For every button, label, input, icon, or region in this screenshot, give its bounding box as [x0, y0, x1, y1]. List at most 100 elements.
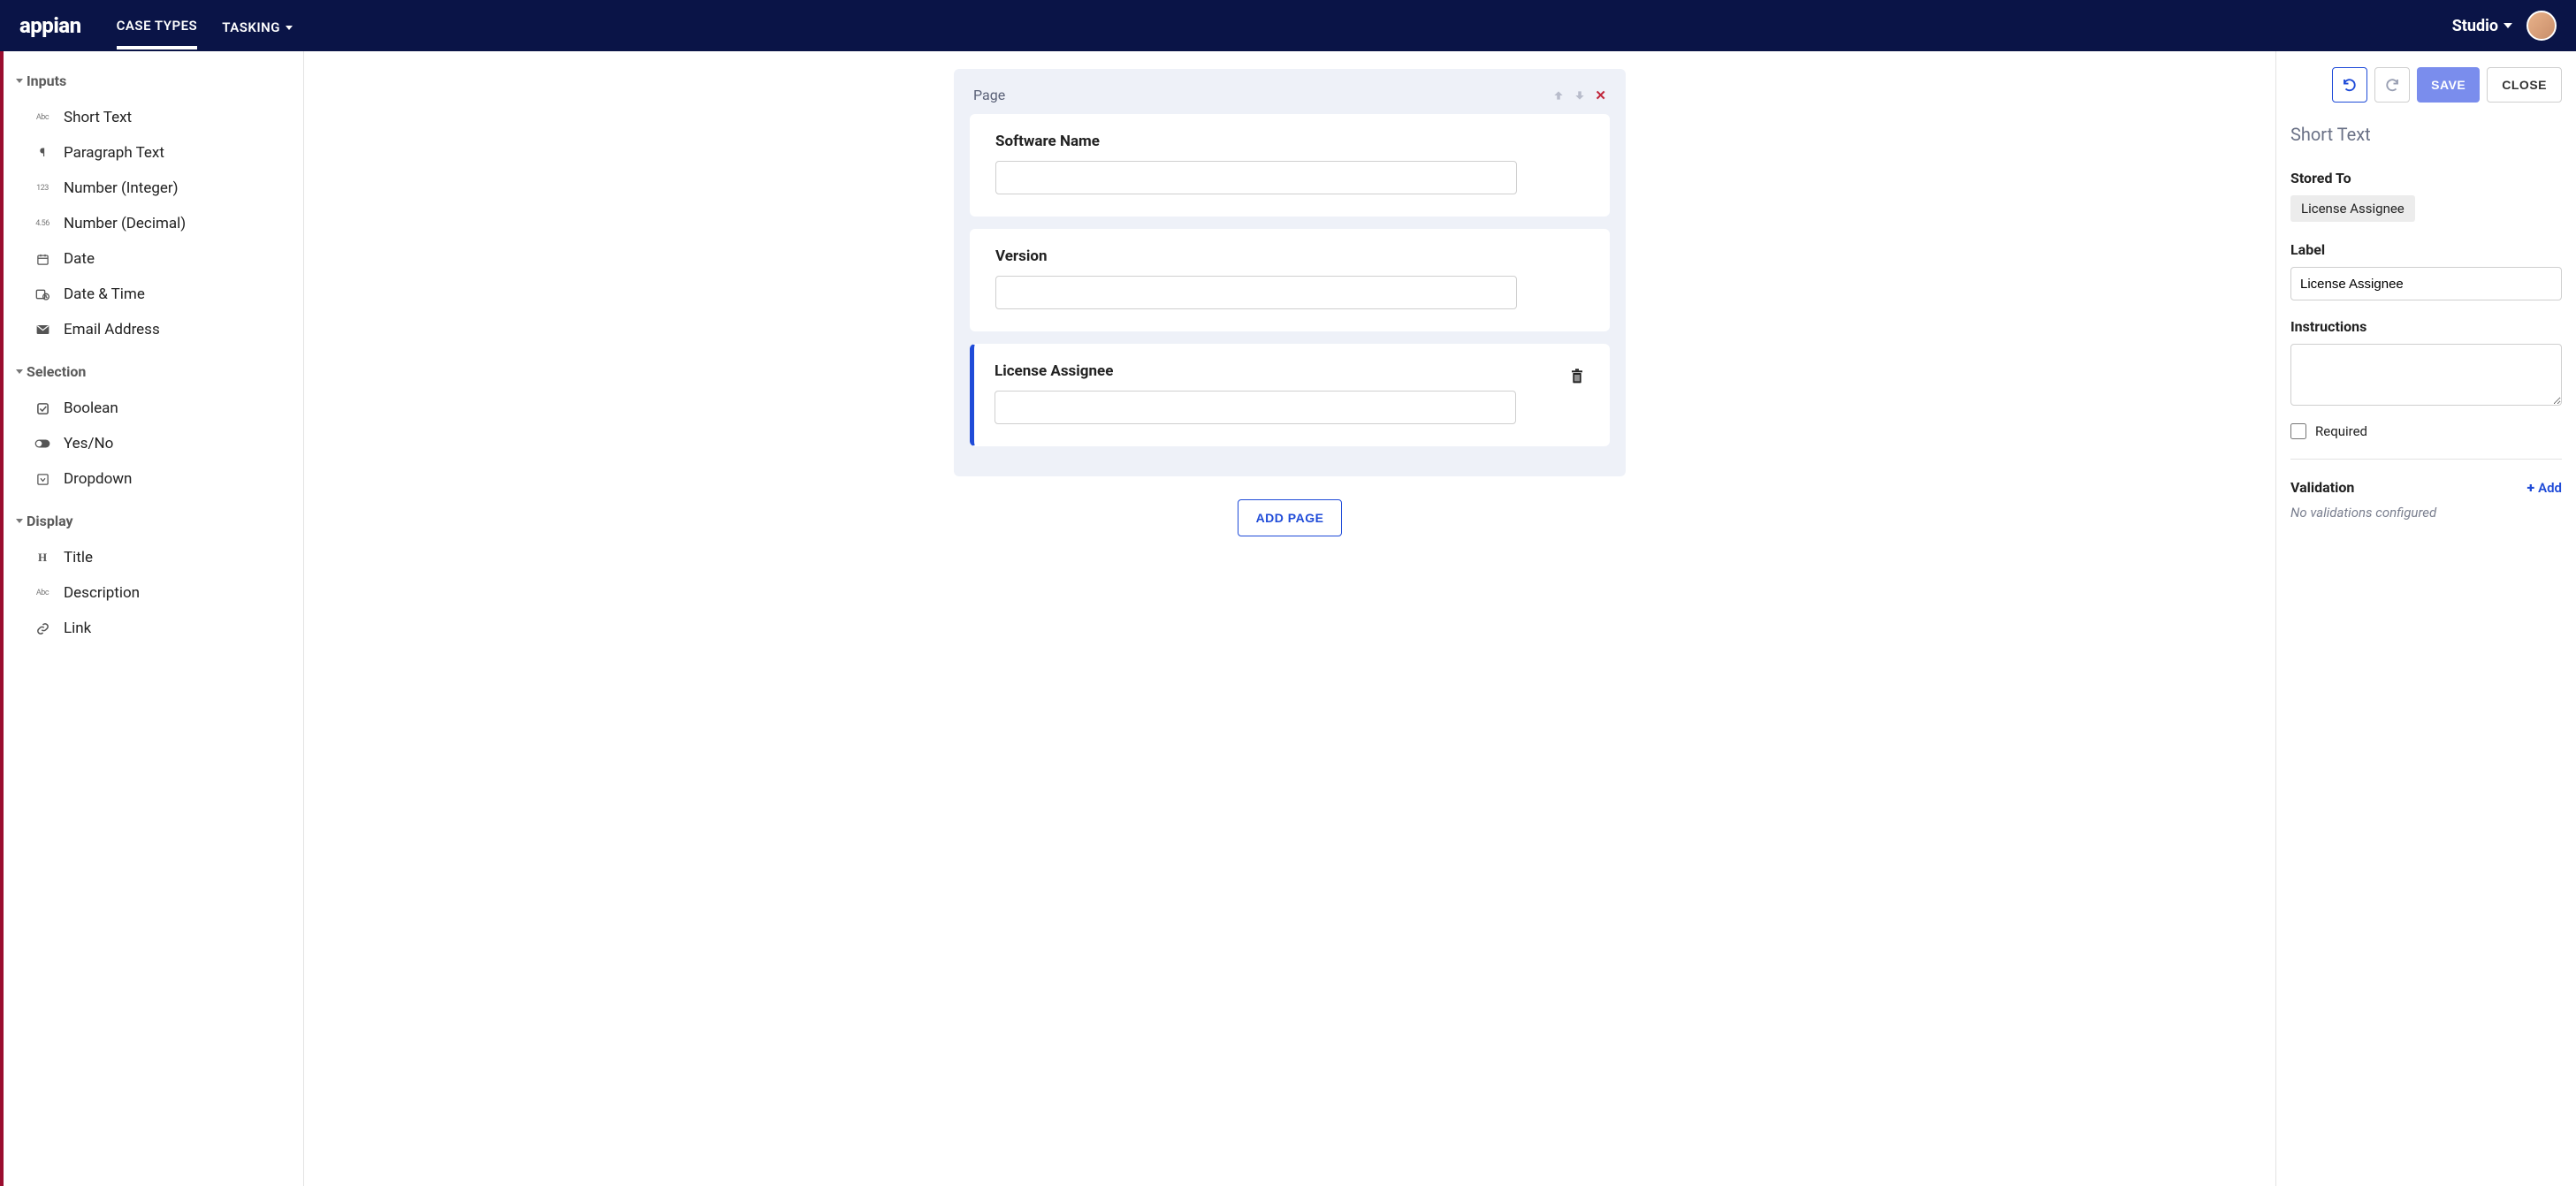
instructions-label: Instructions	[2290, 318, 2562, 335]
delete-page-icon[interactable]: ✕	[1595, 87, 1606, 103]
palette-number-decimal[interactable]: 4.56 Number (Decimal)	[9, 206, 294, 241]
required-row[interactable]: Required	[2290, 423, 2562, 460]
move-down-icon	[1574, 89, 1586, 102]
workspace-switcher[interactable]: Studio	[2452, 17, 2512, 35]
palette-item-label: Dropdown	[64, 470, 132, 488]
field-label: Software Name	[995, 133, 1584, 150]
chevron-down-icon	[286, 26, 293, 30]
field-license-assignee[interactable]: License Assignee	[970, 344, 1610, 446]
palette-item-label: Email Address	[64, 321, 160, 338]
paragraph-icon: ¶	[34, 147, 51, 160]
page-header: Page ✕	[970, 83, 1610, 114]
user-avatar[interactable]	[2526, 11, 2557, 41]
calendar-icon	[34, 253, 51, 266]
section-display[interactable]: Display	[9, 507, 294, 535]
workspace-label: Studio	[2452, 17, 2498, 35]
nav-items: CASE TYPES TASKING	[117, 2, 293, 49]
palette-email[interactable]: Email Address	[9, 312, 294, 347]
section-selection-items: Boolean Yes/No Dropdown	[9, 385, 294, 507]
save-button[interactable]: SAVE	[2417, 67, 2480, 103]
field-input[interactable]	[995, 161, 1517, 194]
label-input[interactable]	[2290, 267, 2562, 300]
palette-boolean[interactable]: Boolean	[9, 391, 294, 426]
palette-description[interactable]: Abc Description	[9, 575, 294, 611]
top-navbar: appian CASE TYPES TASKING Studio	[0, 0, 2576, 51]
abc-icon: Abc	[34, 589, 51, 597]
palette-item-label: Boolean	[64, 399, 118, 417]
palette-date[interactable]: Date	[9, 241, 294, 277]
move-up-icon	[1552, 89, 1565, 102]
label-label: Label	[2290, 241, 2562, 258]
page-title: Page	[973, 87, 1005, 103]
nav-tasking-label: TASKING	[222, 19, 280, 35]
number-icon: 123	[34, 184, 51, 193]
stored-to-tag[interactable]: License Assignee	[2290, 195, 2415, 222]
component-type-title: Short Text	[2290, 124, 2562, 145]
palette-yesno[interactable]: Yes/No	[9, 426, 294, 461]
section-selection[interactable]: Selection	[9, 358, 294, 385]
field-version[interactable]: Version	[970, 229, 1610, 331]
heading-icon: H	[34, 551, 51, 565]
nav-case-types[interactable]: CASE TYPES	[117, 2, 198, 49]
plus-icon: +	[2526, 479, 2534, 496]
checkbox-icon	[34, 402, 51, 415]
add-page-button[interactable]: ADD PAGE	[1238, 499, 1343, 536]
section-inputs-items: Abc Short Text ¶ Paragraph Text 123 Numb…	[9, 95, 294, 358]
required-checkbox[interactable]	[2290, 423, 2306, 439]
close-button[interactable]: CLOSE	[2487, 67, 2562, 103]
palette-item-label: Number (Decimal)	[64, 215, 186, 232]
palette-item-label: Short Text	[64, 109, 132, 126]
instructions-textarea[interactable]	[2290, 344, 2562, 406]
section-title: Display	[27, 513, 73, 529]
main-layout: Inputs Abc Short Text ¶ Paragraph Text 1…	[0, 51, 2576, 1186]
palette-item-label: Paragraph Text	[64, 144, 164, 162]
appian-logo[interactable]: appian	[19, 13, 81, 38]
chevron-down-icon	[16, 79, 23, 83]
add-label: Add	[2538, 480, 2562, 496]
palette-item-label: Yes/No	[64, 435, 113, 452]
toggle-icon	[34, 438, 51, 449]
palette-short-text[interactable]: Abc Short Text	[9, 100, 294, 135]
add-page-row: ADD PAGE	[954, 499, 1626, 536]
field-input[interactable]	[995, 391, 1516, 424]
palette-link[interactable]: Link	[9, 611, 294, 646]
abc-icon: Abc	[34, 113, 51, 122]
field-software-name[interactable]: Software Name	[970, 114, 1610, 217]
palette-item-label: Link	[64, 620, 91, 637]
topbar-right: Studio	[2452, 11, 2557, 41]
undo-button[interactable]	[2332, 67, 2367, 103]
nav-tasking[interactable]: TASKING	[222, 2, 293, 49]
section-display-items: H Title Abc Description Link	[9, 535, 294, 657]
stored-to-label: Stored To	[2290, 170, 2562, 186]
redo-button	[2374, 67, 2410, 103]
field-input[interactable]	[995, 276, 1517, 309]
datetime-icon	[34, 288, 51, 300]
chevron-down-icon	[16, 519, 23, 523]
panel-actions: SAVE CLOSE	[2290, 67, 2562, 103]
chevron-down-icon	[16, 369, 23, 374]
validation-header: Validation + Add	[2290, 479, 2562, 496]
palette-dropdown[interactable]: Dropdown	[9, 461, 294, 497]
component-palette: Inputs Abc Short Text ¶ Paragraph Text 1…	[4, 51, 304, 1186]
decimal-icon: 4.56	[34, 219, 51, 228]
properties-panel: SAVE CLOSE Short Text Stored To License …	[2275, 51, 2576, 1186]
dropdown-icon	[34, 473, 51, 486]
palette-title[interactable]: H Title	[9, 540, 294, 575]
required-label: Required	[2315, 423, 2367, 439]
palette-item-label: Number (Integer)	[64, 179, 179, 197]
page-container[interactable]: Page ✕ Software Name	[954, 69, 1626, 476]
envelope-icon	[34, 324, 51, 335]
chevron-down-icon	[2504, 23, 2512, 28]
page-actions: ✕	[1552, 87, 1606, 103]
add-validation-button[interactable]: + Add	[2526, 479, 2562, 496]
form-canvas: Page ✕ Software Name	[304, 51, 2275, 1186]
section-title: Selection	[27, 363, 86, 380]
field-label: Version	[995, 247, 1584, 265]
palette-paragraph-text[interactable]: ¶ Paragraph Text	[9, 135, 294, 171]
palette-number-integer[interactable]: 123 Number (Integer)	[9, 171, 294, 206]
palette-item-label: Date	[64, 250, 95, 268]
trash-icon[interactable]	[1570, 369, 1584, 384]
palette-datetime[interactable]: Date & Time	[9, 277, 294, 312]
topbar-left: appian CASE TYPES TASKING	[19, 2, 293, 49]
section-inputs[interactable]: Inputs	[9, 67, 294, 95]
